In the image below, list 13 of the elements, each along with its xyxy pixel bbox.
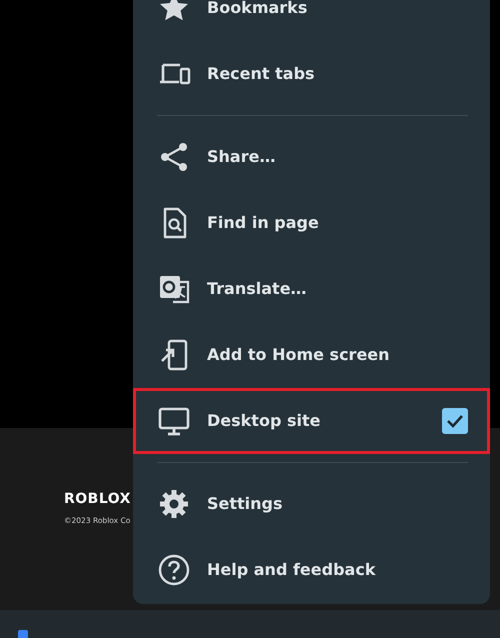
menu-item[interactable]: Help and feedback [133,537,490,603]
help-icon [157,553,191,587]
menu-item[interactable]: Find in page [133,190,490,256]
menu-item[interactable]: Bookmarks [133,0,490,41]
menu-item[interactable]: Desktop site [133,388,490,454]
menu-item[interactable]: Recent tabs [133,41,490,107]
brand-logo: ROBLOX [64,492,131,506]
menu-item[interactable]: Share… [133,124,490,190]
settings-icon [157,487,191,521]
menu-item[interactable]: Settings [133,471,490,537]
checkbox[interactable] [442,408,468,434]
menu-item[interactable]: Translate… [133,256,490,322]
menu-item[interactable]: Add to Home screen [133,322,490,388]
